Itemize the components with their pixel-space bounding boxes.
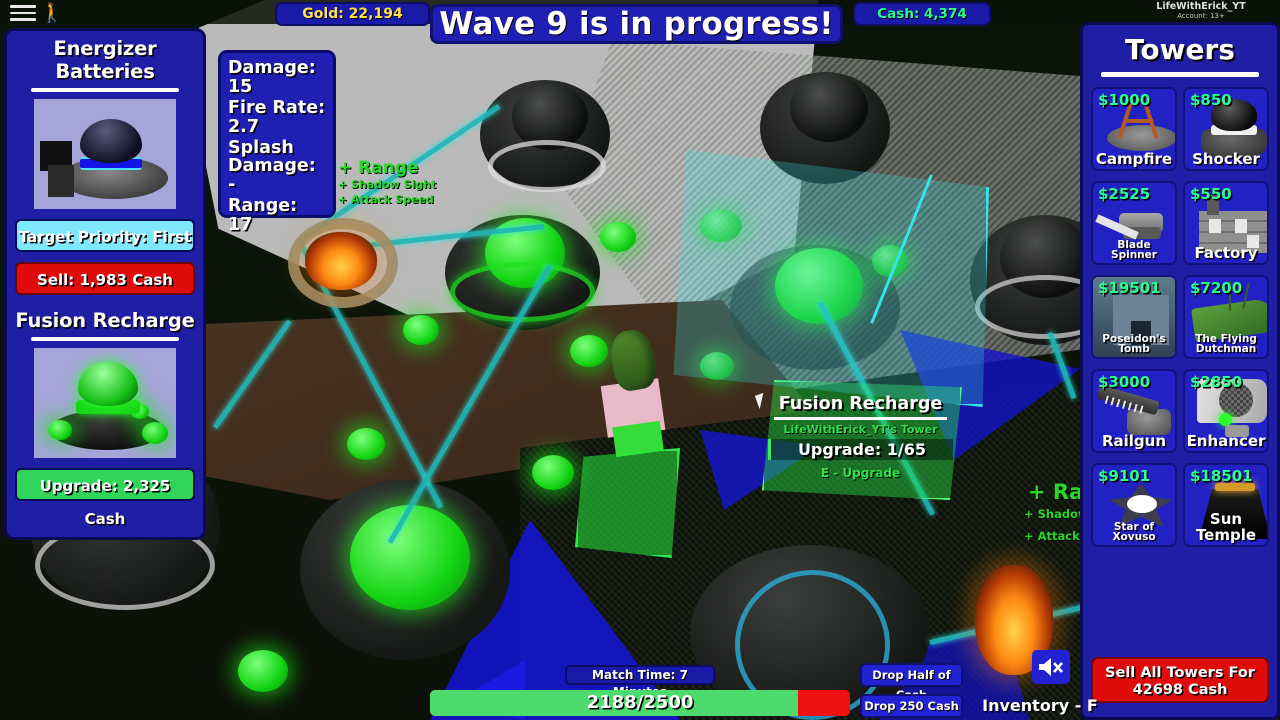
shop-card-price: $2525	[1098, 185, 1151, 203]
shop-card-railgun[interactable]: $3000 Railgun	[1091, 369, 1177, 453]
target-priority-button[interactable]: Target Priority: First	[15, 219, 195, 252]
tooltip-upgrade-hotkey: E - Upgrade	[820, 466, 901, 480]
cash-counter: Cash: 4,374	[853, 2, 991, 26]
world-tower-dome	[790, 74, 868, 142]
shop-card-name: Railgun	[1101, 431, 1167, 450]
match-time-label: Match Time: 7 Minutes	[565, 665, 715, 699]
base-health-value: 2188/2500	[586, 692, 694, 713]
tooltip-tower-owner: LifeWithErick_YT's Tower	[783, 423, 938, 436]
world-tower-orb-small	[347, 428, 385, 460]
world-tower-selected-orb	[775, 248, 863, 324]
speaker-muted-glyph	[1039, 658, 1063, 676]
shop-card-name: Enhancer	[1186, 431, 1266, 450]
account-info: LifeWithErick_YT Account: 13+	[1126, 0, 1276, 24]
shop-card-price: $550	[1190, 185, 1232, 203]
shop-card-campfire[interactable]: $1000 Campfire	[1091, 87, 1177, 171]
gold-counter: Gold: 22,194	[275, 2, 430, 26]
shop-card-sun-temple[interactable]: $18501 Sun Temple	[1183, 463, 1269, 547]
shop-card-name: Star of Xovuso	[1112, 520, 1156, 544]
shop-card-price: $7200	[1190, 279, 1243, 297]
world-tower-orb-small	[238, 650, 288, 692]
world-tower-orb-small	[600, 222, 636, 252]
tooltip-tower-name: Fusion Recharge	[778, 394, 943, 414]
tower-stats-panel: Damage: 15 Fire Rate: 2.7 Splash Damage:…	[218, 50, 336, 235]
world-tower-orb-small	[403, 315, 439, 345]
perk-attack-speed-left: + Attack Speed	[338, 193, 434, 206]
stat-damage: Damage: 15	[228, 58, 316, 97]
shop-card-blade-spinner[interactable]: $2525 Blade Spinner	[1091, 181, 1177, 265]
shop-card-star-of-xovuso[interactable]: $9101 Star of Xovuso	[1091, 463, 1177, 547]
sell-all-line1: Sell All Towers For	[1105, 665, 1255, 681]
campfire-flame	[305, 232, 377, 290]
player-avatar-icon[interactable]: 🚶	[40, 2, 64, 24]
stat-splash-damage: Splash Damage: -	[228, 137, 316, 196]
stat-range: Range: 17	[228, 196, 298, 236]
account-username: LifeWithErick_YT	[1156, 1, 1246, 12]
shop-card-name: Poseidon's Tomb	[1102, 332, 1166, 356]
inventory-button[interactable]: Inventory - F	[975, 696, 1105, 718]
shop-card-price: $19501	[1098, 279, 1161, 297]
tooltip-upgrade-level: Upgrade: 1/65	[768, 439, 953, 460]
hovered-tower-tooltip: Fusion Recharge LifeWithErick_YT's Tower…	[768, 394, 953, 480]
upgrade-tower-button[interactable]: Upgrade: 2,325 Cash	[15, 468, 195, 528]
world-tower-orb	[350, 505, 470, 610]
shop-card-price: $9101	[1098, 467, 1151, 485]
shop-card-price: $850	[1190, 91, 1232, 109]
shop-card-enhancer[interactable]: $2850 Enhancer	[1183, 369, 1269, 453]
next-upgrade-thumbnail	[34, 348, 176, 458]
shop-card-price: $3000	[1098, 373, 1151, 391]
tooltip-divider	[774, 417, 947, 420]
shop-card-name: The Flying Dutchman	[1195, 332, 1257, 356]
shop-divider	[1101, 72, 1259, 77]
world-tower-orb-small	[700, 210, 742, 242]
selected-tower-panel: Energizer Batteries Target Priority: Fir…	[4, 28, 206, 540]
panel-divider	[31, 88, 179, 92]
drop-half-cash-button[interactable]: Drop Half of Cash	[860, 663, 963, 702]
wave-status-banner: Wave 9 is in progress!	[430, 4, 843, 44]
world-tower-orb-small	[570, 335, 608, 367]
world-tower-ring	[488, 140, 606, 192]
shop-card-price: $18501	[1190, 467, 1253, 485]
shop-card-name: Sun Temple	[1195, 510, 1257, 544]
shop-tower-grid: $1000 Campfire $850 Shocker $2525 Blade Spinn…	[1091, 87, 1269, 547]
shop-card-name: Blade Spinner	[1111, 238, 1157, 262]
shop-title: Towers	[1125, 33, 1235, 66]
perk-attack-right: + Attack	[1024, 529, 1080, 543]
world-tower-orb-small	[700, 352, 734, 380]
shop-card-price: $2850	[1190, 373, 1243, 391]
sell-all-line2: 42698 Cash	[1132, 681, 1228, 698]
perk-range-right: + Ra	[1028, 480, 1084, 504]
shop-card-price: $1000	[1098, 91, 1151, 109]
perk-shadow-right: + Shadow	[1024, 507, 1089, 521]
stat-fire-rate: Fire Rate: 2.7	[228, 97, 326, 137]
placement-ghost-crate	[575, 448, 680, 558]
shop-card-shocker[interactable]: $850 Shocker	[1183, 87, 1269, 171]
shop-card-name: Factory	[1194, 243, 1258, 262]
perk-shadow-sight-left: + Shadow Sight	[338, 178, 437, 191]
sell-all-towers-button[interactable]: Sell All Towers For 42698 Cash	[1091, 657, 1269, 703]
shop-card-name: Campfire	[1095, 149, 1173, 168]
sell-tower-button[interactable]: Sell: 1,983 Cash	[15, 262, 195, 295]
next-upgrade-title: Fusion Recharge	[15, 309, 195, 332]
hamburger-menu-icon[interactable]	[10, 5, 36, 21]
selected-tower-thumbnail	[34, 99, 176, 209]
drop-250-cash-button[interactable]: Drop 250 Cash	[860, 694, 963, 718]
selected-tower-title: Energizer Batteries	[53, 37, 157, 83]
towers-shop-panel: Towers $1000 Campfire $850 Shocker $2525 Blad…	[1080, 22, 1280, 720]
shop-card-factory[interactable]: $550 Factory	[1183, 181, 1269, 265]
perk-range-left: + Range	[338, 158, 419, 178]
account-age-rating: Account: 13+	[1177, 11, 1225, 20]
shop-card-name: Shocker	[1192, 149, 1260, 168]
world-tower-orb-small	[532, 455, 574, 490]
panel-divider	[31, 337, 179, 341]
speaker-muted-icon[interactable]	[1032, 650, 1070, 684]
shop-card-poseidon-s-tomb[interactable]: $19501 Poseidon's Tomb	[1091, 275, 1177, 359]
shop-card-the-flying-dutchman[interactable]: $7200 The Flying Dutchman	[1183, 275, 1269, 359]
